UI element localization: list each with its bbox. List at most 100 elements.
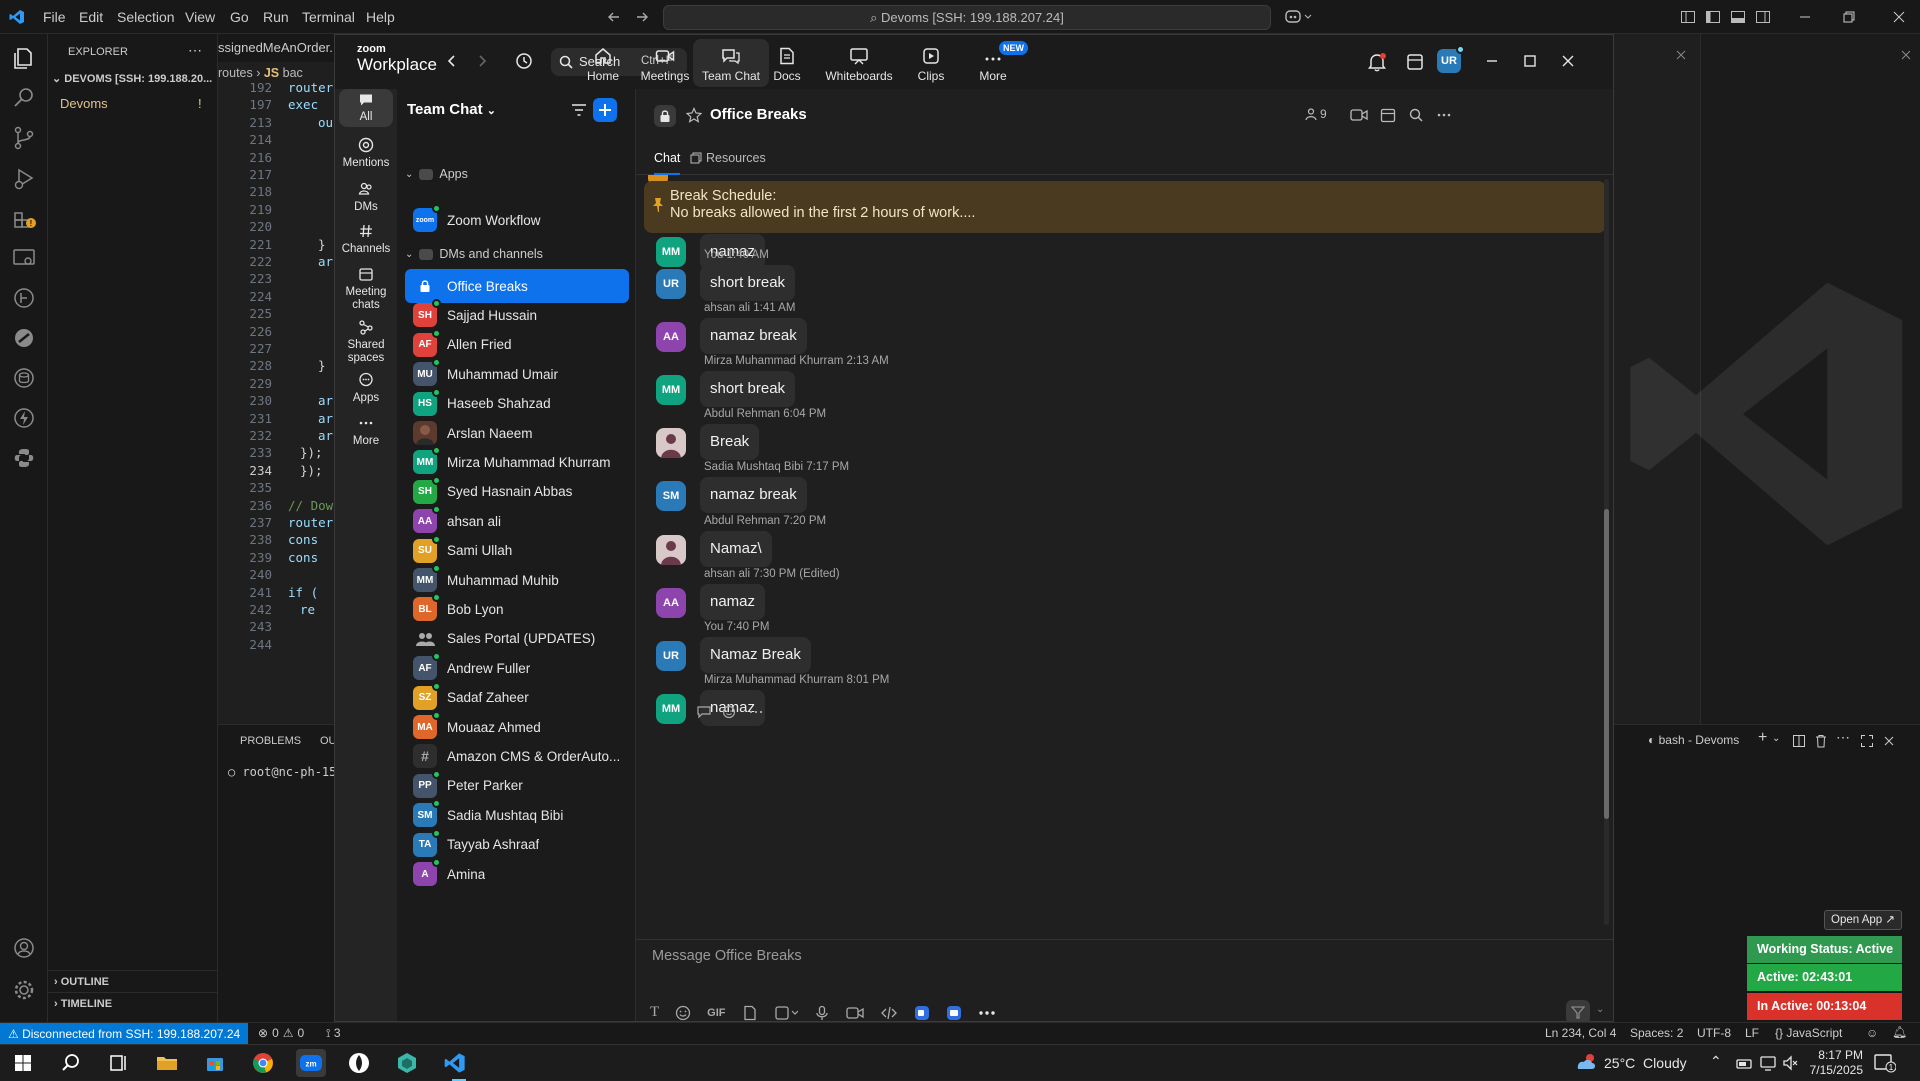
search-icon[interactable] xyxy=(10,84,38,112)
close-secondary-icon[interactable] xyxy=(1899,48,1913,62)
rail-mentions[interactable]: Mentions xyxy=(339,137,393,170)
copilot-icon[interactable] xyxy=(1285,8,1313,26)
zoom-close-icon[interactable] xyxy=(1561,54,1575,68)
back-arrow-icon[interactable] xyxy=(606,9,622,25)
network-icon[interactable] xyxy=(1736,1055,1752,1071)
members-count[interactable]: 9 xyxy=(1304,107,1327,121)
nav-more[interactable]: More NEW xyxy=(955,39,1031,87)
message-avatar[interactable]: SM xyxy=(656,481,686,512)
workspace-root[interactable]: ⌄ DEVOMS [SSH: 199.188.20... xyxy=(52,72,218,85)
language-mode[interactable]: {} JavaScript xyxy=(1775,1026,1842,1040)
tab-chat[interactable]: Chat xyxy=(654,151,681,175)
menu-help[interactable]: Help xyxy=(366,0,395,34)
video-call-icon[interactable] xyxy=(1350,107,1368,123)
python-icon[interactable] xyxy=(10,444,38,472)
menu-view[interactable]: View xyxy=(185,0,215,34)
chat-title[interactable]: Office Breaks xyxy=(710,106,807,123)
message-avatar[interactable]: UR xyxy=(656,640,686,671)
remote-explorer-icon[interactable] xyxy=(10,244,38,272)
rail-meeting-chats[interactable]: Meeting chats xyxy=(339,266,393,312)
chat-search-icon[interactable] xyxy=(1408,107,1424,123)
send-button[interactable] xyxy=(1566,1000,1590,1021)
message-bubble[interactable]: short break xyxy=(700,265,796,301)
toggle-sidebar-icon[interactable] xyxy=(1705,9,1721,25)
gif-icon[interactable]: GIF xyxy=(707,1007,725,1019)
message-bubble[interactable]: namaz break xyxy=(700,318,807,355)
terminal-title[interactable]: ◐ bash - Devoms xyxy=(1648,733,1739,747)
copilot-status-icon[interactable]: ☺ xyxy=(1866,1026,1878,1040)
explorer-icon[interactable] xyxy=(10,44,38,72)
video-message-icon[interactable] xyxy=(845,1005,864,1021)
layout-customize-icon[interactable] xyxy=(1680,9,1696,25)
thunder-client-icon[interactable] xyxy=(10,404,38,432)
composer-more-icon[interactable] xyxy=(978,1005,996,1021)
source-control-icon[interactable] xyxy=(10,124,38,152)
problems-status[interactable]: ⊗ 0 ⚠ 0 xyxy=(258,1026,304,1040)
cursor-position[interactable]: Ln 234, Col 4 xyxy=(1545,1026,1616,1040)
message-avatar[interactable]: MM xyxy=(656,693,686,724)
message-avatar[interactable]: AA xyxy=(656,587,686,618)
clock[interactable]: 8:17 PM 7/15/2025 xyxy=(1808,1048,1863,1078)
weather-text[interactable]: 25°C Cloudy xyxy=(1604,1055,1687,1071)
send-options-icon[interactable]: ⌄ xyxy=(1596,1004,1604,1015)
nav-whiteboards[interactable]: Whiteboards xyxy=(821,39,897,87)
command-center[interactable]: ⌕ Devoms [SSH: 199.188.207.24] xyxy=(663,5,1271,30)
terminal-dropdown-icon[interactable]: ⌄ xyxy=(1772,733,1780,744)
message-avatar[interactable] xyxy=(656,428,686,459)
calendar-widget-icon[interactable] xyxy=(1405,52,1425,72)
menu-run[interactable]: Run xyxy=(263,0,289,34)
app-taskbar-icon-2[interactable] xyxy=(392,1049,422,1077)
run-debug-icon[interactable] xyxy=(10,164,38,192)
message-avatar[interactable]: UR xyxy=(656,269,686,299)
testing-icon[interactable] xyxy=(10,324,38,352)
volume-icon[interactable] xyxy=(1782,1055,1798,1071)
rail-shared-spaces[interactable]: Shared spaces xyxy=(339,319,393,365)
message-bubble[interactable]: namaz xyxy=(700,583,766,620)
nav-docs[interactable]: Docs xyxy=(749,39,825,87)
zoom-minimize-icon[interactable] xyxy=(1485,54,1499,68)
close-window-icon[interactable] xyxy=(1891,9,1907,25)
tab-problems[interactable]: PROBLEMS xyxy=(240,735,301,747)
restore-icon[interactable] xyxy=(1841,9,1857,25)
editor-tab[interactable]: ssignedMeAnOrder... xyxy=(218,34,334,62)
message-bubble[interactable]: Namaz\ xyxy=(700,530,772,567)
chat-more-icon[interactable] xyxy=(1436,107,1452,123)
text-format-icon[interactable]: T xyxy=(650,1004,659,1021)
menu-file[interactable]: File xyxy=(43,0,66,34)
section-apps[interactable]: ⌄ Apps xyxy=(405,167,468,181)
close-panel-icon[interactable] xyxy=(1882,734,1896,748)
notification-center-icon[interactable]: 1 xyxy=(1874,1053,1896,1073)
message-bubble[interactable]: Break xyxy=(700,424,760,461)
message-more-icon[interactable] xyxy=(748,705,764,719)
code-editor[interactable]: ssignedMeAnOrder... routes › JS bac 192 r… xyxy=(218,34,334,724)
forward-arrow-icon[interactable] xyxy=(634,9,650,25)
chrome-icon[interactable] xyxy=(248,1049,278,1077)
toggle-secondary-sidebar-icon[interactable] xyxy=(1755,9,1771,25)
tray-chevron-icon[interactable]: ⌃ xyxy=(1710,1053,1722,1070)
chat-scroll-thumb[interactable] xyxy=(1604,509,1609,819)
screenshot-icon[interactable] xyxy=(774,1005,798,1021)
rail-more[interactable]: More xyxy=(339,415,393,448)
message-input[interactable]: Message Office Breaks xyxy=(652,948,1352,972)
toggle-panel-icon[interactable] xyxy=(1730,9,1746,25)
message-avatar[interactable] xyxy=(656,534,686,565)
nav-meetings[interactable]: Meetings xyxy=(627,39,703,87)
star-icon[interactable] xyxy=(686,107,702,123)
code-snippet-icon[interactable] xyxy=(880,1005,898,1021)
outline-section[interactable]: › OUTLINE xyxy=(48,970,218,992)
maximize-panel-icon[interactable] xyxy=(1860,734,1874,748)
windows-start-icon[interactable] xyxy=(8,1049,38,1077)
indentation[interactable]: Spaces: 2 xyxy=(1630,1026,1683,1040)
menu-go[interactable]: Go xyxy=(230,0,249,34)
ports-status[interactable]: ⟟ 3 xyxy=(326,1026,341,1041)
notifications-icon[interactable]: 🔔︎ xyxy=(1892,1025,1907,1039)
new-chat-button[interactable] xyxy=(593,98,617,122)
notification-bell-icon[interactable] xyxy=(1367,52,1387,72)
emoji-reaction-icon[interactable] xyxy=(722,705,738,719)
rail-apps[interactable]: Apps xyxy=(339,372,393,405)
zoom-app-icon-2[interactable] xyxy=(946,1005,962,1021)
vscode-taskbar-icon[interactable] xyxy=(440,1049,470,1077)
chat-scroll-track[interactable] xyxy=(1604,179,1609,925)
remote-status[interactable]: ⚠ Disconnected from SSH: 199.188.207.24 xyxy=(0,1023,249,1045)
sidebar-title[interactable]: Team Chat ⌄ xyxy=(407,101,496,118)
